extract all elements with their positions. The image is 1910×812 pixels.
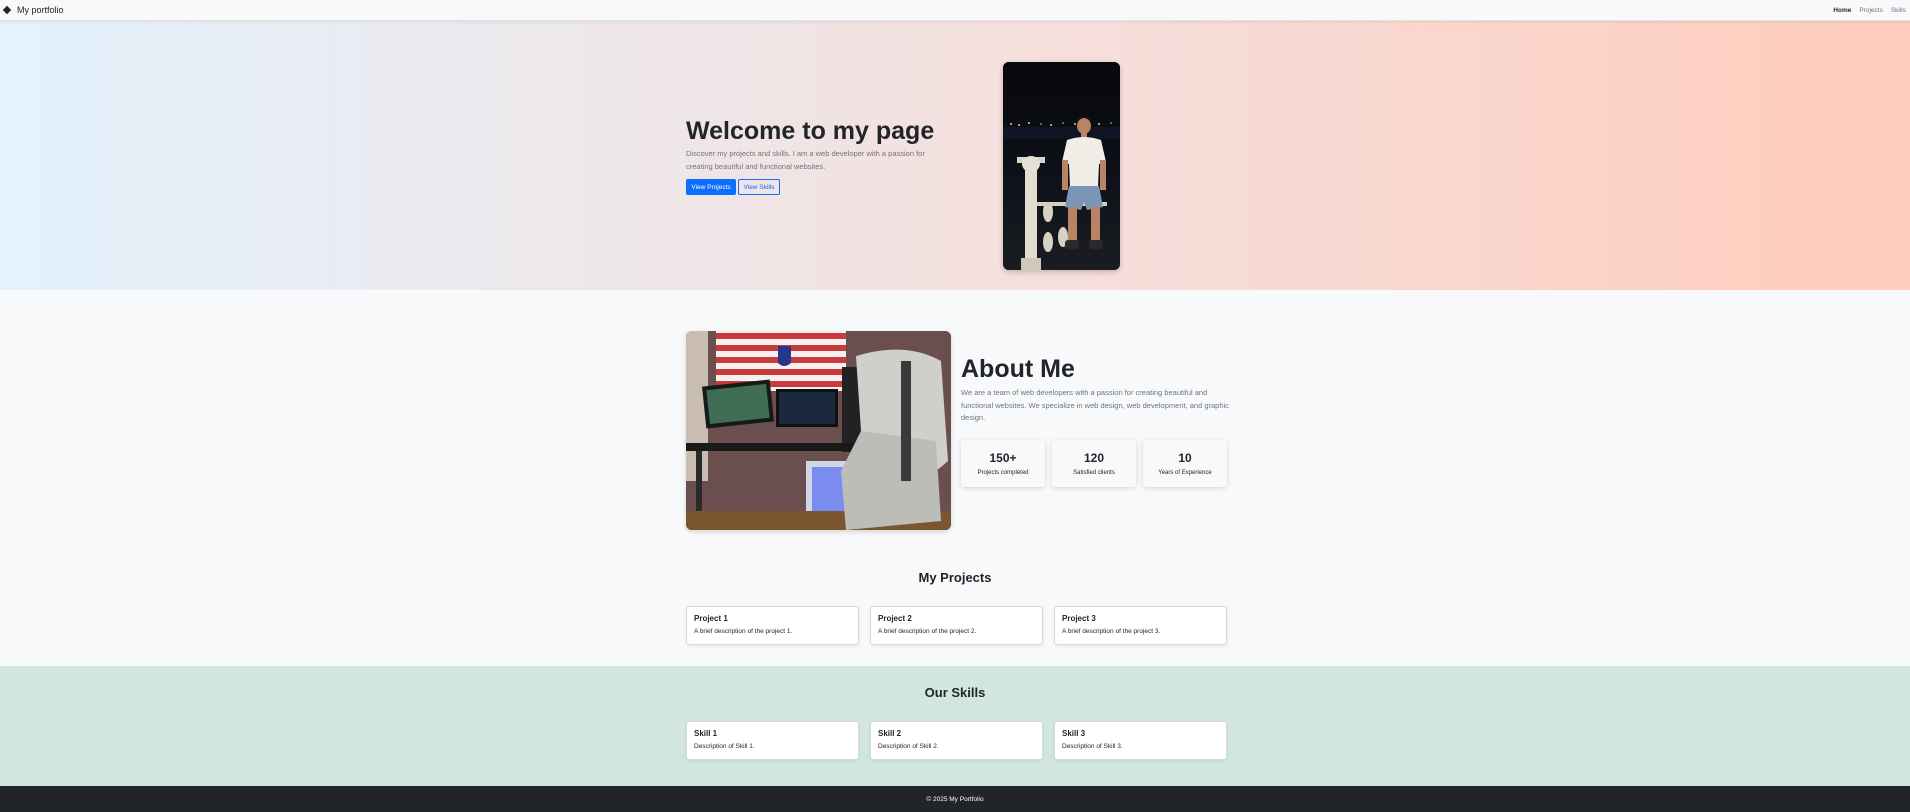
workspace-photo-illustration bbox=[686, 331, 951, 530]
projects-title: My Projects bbox=[918, 570, 992, 585]
skill-card-3[interactable]: Skill 3 Description of Skill 3. bbox=[1054, 721, 1227, 760]
nav-link-home[interactable]: Home bbox=[1833, 7, 1851, 14]
nav-links: Home Projects Skills bbox=[1833, 7, 1910, 14]
skill-description: Description of Skill 3. bbox=[1062, 743, 1123, 750]
footer: © 2025 My Portfolio bbox=[0, 786, 1910, 812]
profile-photo-illustration bbox=[1003, 62, 1120, 270]
workspace-photo bbox=[686, 331, 951, 530]
brand-link[interactable]: My portfolio bbox=[0, 5, 64, 15]
skills-list: Skill 1 Description of Skill 1. Skill 2 … bbox=[686, 721, 1227, 760]
nav-link-skills[interactable]: Skills bbox=[1891, 7, 1906, 14]
skill-card-1[interactable]: Skill 1 Description of Skill 1. bbox=[686, 721, 859, 760]
project-title: Project 1 bbox=[694, 614, 728, 623]
footer-copyright: © 2025 My Portfolio bbox=[926, 795, 984, 803]
project-description: A brief description of the project 3. bbox=[1062, 628, 1161, 635]
hero-subtitle: Discover my projects and skills. I am a … bbox=[686, 149, 925, 171]
view-skills-button[interactable]: View Skills bbox=[738, 179, 780, 195]
project-title: Project 2 bbox=[878, 614, 912, 623]
about-text: We are a team of web developers with a p… bbox=[961, 388, 1229, 422]
skill-card-2[interactable]: Skill 2 Description of Skill 2. bbox=[870, 721, 1043, 760]
projects-list: Project 1 A brief description of the pro… bbox=[686, 606, 1227, 645]
about-title: About Me bbox=[961, 355, 1075, 383]
skill-description: Description of Skill 1. bbox=[694, 743, 755, 750]
stat-card: 120 Satisfied clients bbox=[1052, 440, 1136, 487]
navbar: My portfolio Home Projects Skills bbox=[0, 0, 1910, 21]
project-card-3[interactable]: Project 3 A brief description of the pro… bbox=[1054, 606, 1227, 645]
hero-section: Welcome to my page Discover my projects … bbox=[0, 21, 1910, 290]
stat-label: Years of Experience bbox=[1158, 470, 1212, 476]
skill-title: Skill 3 bbox=[1062, 729, 1086, 738]
brand-name: My portfolio bbox=[17, 5, 64, 15]
nav-link-projects[interactable]: Projects bbox=[1859, 7, 1882, 14]
project-title: Project 3 bbox=[1062, 614, 1096, 623]
hero-title: Welcome to my page bbox=[686, 117, 935, 145]
stat-value: 10 bbox=[1178, 451, 1192, 465]
profile-photo bbox=[1003, 62, 1120, 270]
project-card-1[interactable]: Project 1 A brief description of the pro… bbox=[686, 606, 859, 645]
skill-title: Skill 1 bbox=[694, 729, 718, 738]
project-card-2[interactable]: Project 2 A brief description of the pro… bbox=[870, 606, 1043, 645]
stat-label: Projects completed bbox=[977, 470, 1029, 476]
stat-value: 120 bbox=[1083, 451, 1105, 465]
hero-buttons: View Projects View Skills bbox=[686, 179, 780, 195]
view-projects-button[interactable]: View Projects bbox=[686, 179, 736, 195]
diamond-logo-icon bbox=[2, 5, 12, 15]
stat-card: 10 Years of Experience bbox=[1143, 440, 1227, 487]
project-description: A brief description of the project 2. bbox=[878, 628, 977, 635]
skills-title: Our Skills bbox=[924, 685, 986, 700]
project-description: A brief description of the project 1. bbox=[694, 628, 793, 635]
stat-label: Satisfied clients bbox=[1073, 470, 1115, 476]
stat-value: 150+ bbox=[989, 451, 1017, 465]
stat-card: 150+ Projects completed bbox=[961, 440, 1045, 487]
skill-title: Skill 2 bbox=[878, 729, 902, 738]
stats-row: 150+ Projects completed 120 Satisfied cl… bbox=[961, 440, 1227, 487]
skill-description: Description of Skill 2. bbox=[878, 743, 939, 750]
